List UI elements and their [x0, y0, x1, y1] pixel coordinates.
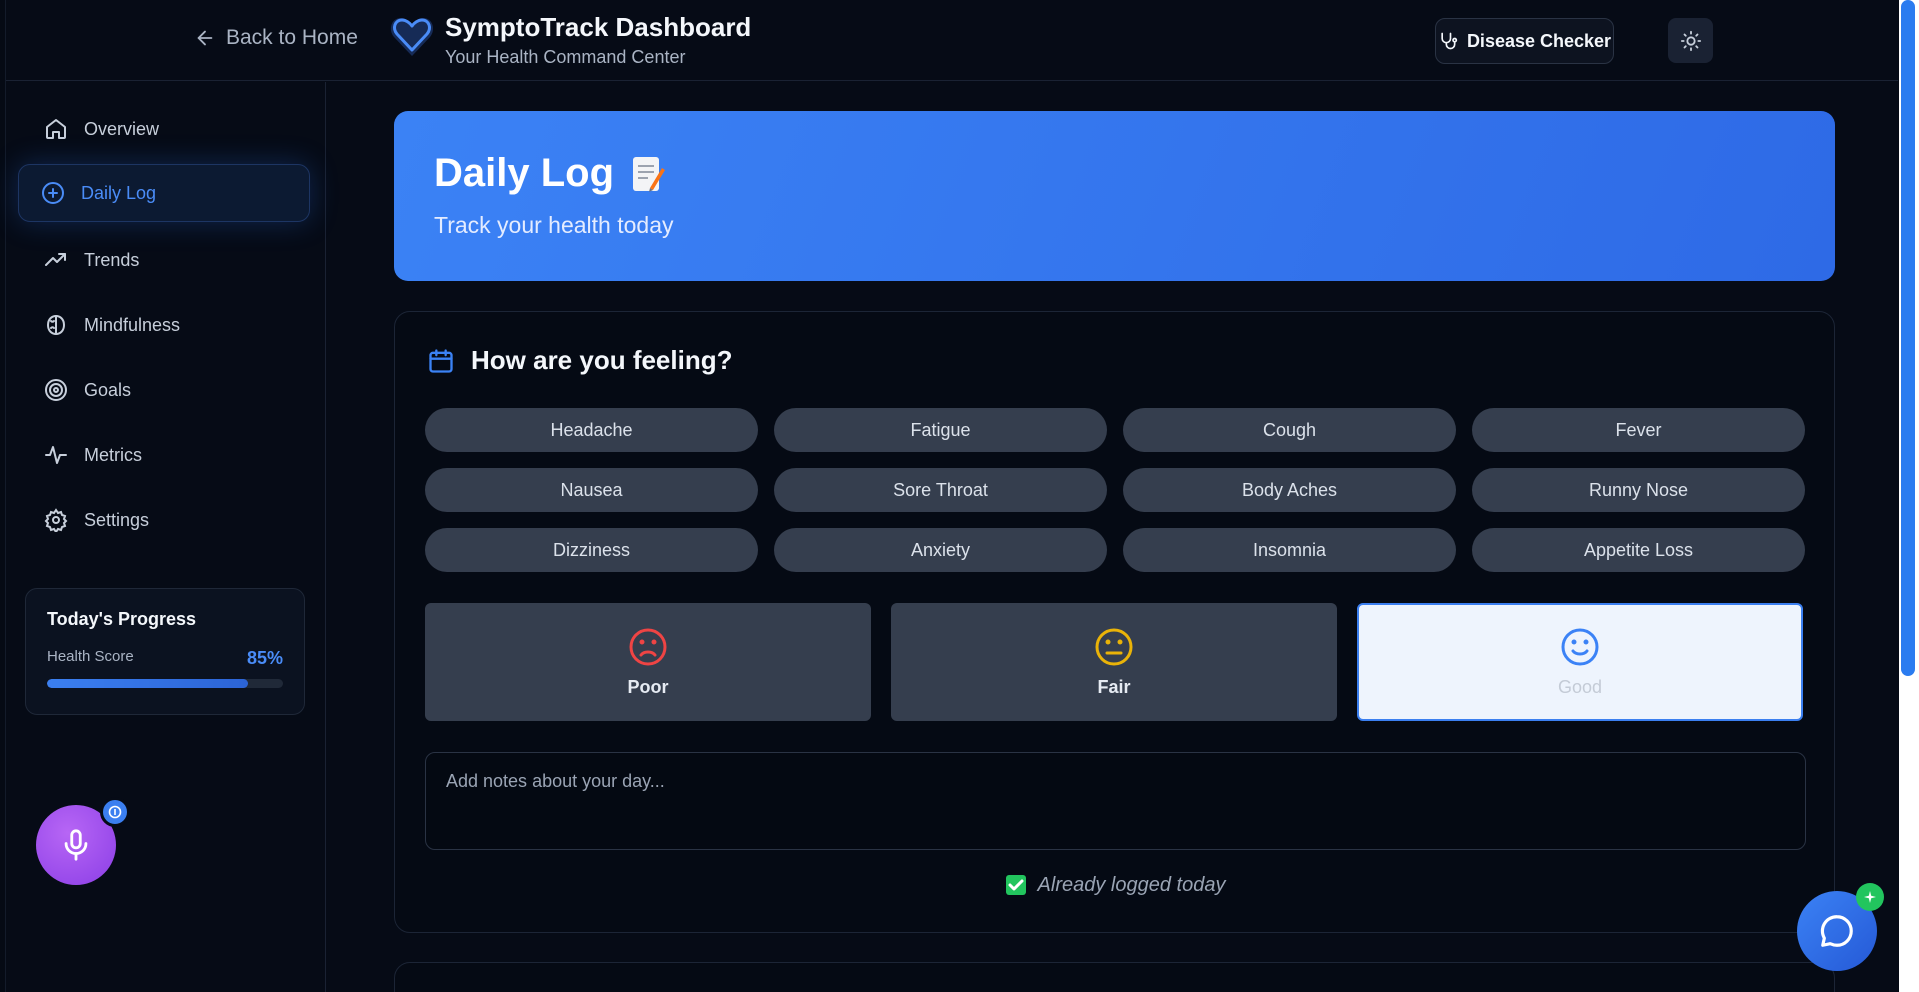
chat-bubble-icon [1820, 915, 1853, 947]
health-score-value: 85% [246, 648, 283, 668]
app-window: Back to Home SymptoTrack Dashboard Your … [5, 0, 1898, 992]
home-icon [46, 119, 66, 139]
daily-log-hero: Daily Log Track your health today [394, 111, 1835, 281]
todays-progress-card: Today's Progress Health Score 85% [25, 588, 305, 715]
mood-selector: Poor Fair Good [425, 603, 1803, 721]
microphone-icon [64, 829, 88, 861]
mood-option-poor[interactable]: Poor [425, 603, 871, 721]
neutral-face-icon [1095, 628, 1133, 665]
symptom-chip-grid: Headache Fatigue Cough Fever Nausea Sore… [425, 408, 1805, 572]
page-title: Daily Log [434, 151, 615, 195]
memo-icon [633, 156, 666, 192]
symptom-chip-runny-nose[interactable]: Runny Nose [1472, 468, 1805, 512]
mood-option-fair[interactable]: Fair [891, 603, 1337, 721]
symptom-chip-appetite-loss[interactable]: Appetite Loss [1472, 528, 1805, 572]
sidebar-item-overview[interactable]: Overview [18, 100, 310, 158]
heart-logo-icon [390, 18, 434, 56]
sidebar-item-settings[interactable]: Settings [18, 491, 310, 549]
plus-circle-icon [42, 182, 64, 204]
theme-toggle-button[interactable] [1668, 18, 1713, 63]
back-label: Back to Home [226, 26, 358, 49]
back-to-home-link[interactable]: Back to Home [194, 26, 358, 50]
sparkle-icon [1864, 891, 1876, 903]
card-title: How are you feeling? [471, 345, 733, 375]
mood-option-good[interactable]: Good [1357, 603, 1803, 721]
stethoscope-icon [1441, 32, 1458, 50]
disease-checker-button[interactable]: Disease Checker [1435, 18, 1614, 64]
top-header: Back to Home SymptoTrack Dashboard Your … [6, 0, 1898, 81]
sidebar-item-label: Settings [84, 509, 150, 530]
symptom-chip-insomnia[interactable]: Insomnia [1123, 528, 1456, 572]
brain-icon [46, 315, 66, 335]
symptom-chip-anxiety[interactable]: Anxiety [774, 528, 1107, 572]
mood-label: Poor [627, 676, 669, 697]
symptom-chip-nausea[interactable]: Nausea [425, 468, 758, 512]
chat-sparkle-badge [1856, 883, 1884, 911]
target-icon [45, 379, 67, 401]
check-box-icon [1005, 875, 1026, 895]
sidebar-item-metrics[interactable]: Metrics [18, 426, 310, 484]
sidebar-item-label: Overview [84, 118, 160, 139]
app-subtitle: Your Health Command Center [445, 47, 686, 67]
trending-up-icon [45, 253, 66, 266]
scrollbar-thumb[interactable] [1901, 0, 1915, 676]
mood-label: Good [1557, 676, 1603, 697]
next-section-card [394, 962, 1835, 992]
progress-row: Health Score 85% [47, 648, 283, 669]
gear-icon [44, 508, 68, 532]
sidebar-item-mindfulness[interactable]: Mindfulness [18, 296, 310, 354]
notes-input[interactable] [425, 752, 1806, 850]
smile-icon [1561, 628, 1599, 665]
frown-icon [629, 628, 667, 665]
symptom-chip-cough[interactable]: Cough [1123, 408, 1456, 452]
symptom-chip-fever[interactable]: Fever [1472, 408, 1805, 452]
disease-checker-label: Disease Checker [1466, 30, 1612, 51]
app-title: SymptoTrack Dashboard [445, 12, 752, 42]
feeling-log-card: How are you feeling? Headache Fatigue Co… [394, 311, 1835, 933]
sidebar-item-label: Daily Log [81, 182, 157, 203]
symptom-chip-fatigue[interactable]: Fatigue [774, 408, 1107, 452]
symptom-chip-headache[interactable]: Headache [425, 408, 758, 452]
health-score-bar [47, 679, 283, 688]
sidebar-item-label: Metrics [84, 444, 142, 465]
mood-label: Fair [1097, 676, 1131, 697]
progress-title: Today's Progress [47, 609, 197, 629]
symptom-chip-dizziness[interactable]: Dizziness [425, 528, 758, 572]
calendar-icon [429, 348, 453, 373]
card-header: How are you feeling? [427, 345, 733, 376]
sidebar-item-goals[interactable]: Goals [18, 361, 310, 419]
health-score-bar-fill [47, 679, 248, 688]
sidebar-item-label: Mindfulness [84, 314, 181, 335]
info-icon [108, 805, 122, 819]
sun-icon [1680, 30, 1701, 51]
sidebar-item-label: Goals [84, 379, 132, 400]
logged-text: Already logged today [1037, 873, 1226, 896]
sidebar-item-label: Trends [84, 249, 140, 270]
arrow-left-icon [197, 30, 213, 46]
symptom-chip-body-aches[interactable]: Body Aches [1123, 468, 1456, 512]
hero-title-row: Daily Log [434, 151, 1795, 196]
health-score-label: Health Score [47, 648, 134, 665]
sidebar-item-trends[interactable]: Trends [18, 231, 310, 289]
page-subtitle: Track your health today [434, 212, 674, 238]
logged-status: Already logged today [395, 873, 1834, 897]
sidebar-item-daily-log[interactable]: Daily Log [18, 164, 310, 222]
activity-icon [45, 446, 67, 464]
symptom-chip-sore-throat[interactable]: Sore Throat [774, 468, 1107, 512]
voice-info-badge[interactable] [100, 797, 130, 827]
